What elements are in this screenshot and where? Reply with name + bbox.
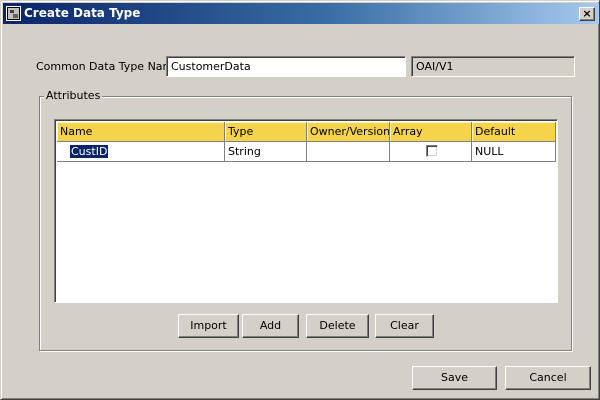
column-header-type[interactable]: Type	[225, 122, 307, 142]
title-bar[interactable]: Create Data Type ×	[3, 3, 599, 24]
attributes-group-title: Attributes	[44, 89, 103, 103]
column-header-array[interactable]: Array	[390, 122, 472, 142]
common-data-type-name-label: Common Data Type Name:	[36, 60, 184, 73]
save-button[interactable]: Save	[412, 366, 497, 390]
selected-attribute-name[interactable]: CustID	[70, 145, 109, 158]
array-checkbox[interactable]	[426, 145, 438, 157]
add-button[interactable]: Add	[242, 314, 299, 338]
table-cell-type[interactable]: String	[225, 142, 307, 162]
cancel-button[interactable]: Cancel	[505, 366, 591, 390]
table-cell-owner-version[interactable]	[307, 142, 390, 162]
close-icon: ×	[582, 7, 592, 20]
common-data-type-name-input[interactable]: CustomerData	[166, 56, 406, 77]
delete-button[interactable]: Delete	[306, 314, 369, 338]
close-button[interactable]: ×	[579, 7, 595, 21]
import-button[interactable]: Import	[178, 314, 239, 338]
clear-button[interactable]: Clear	[375, 314, 434, 338]
column-header-owner-version[interactable]: Owner/Version	[307, 122, 390, 142]
column-header-name[interactable]: Name	[57, 122, 225, 142]
table-cell-array[interactable]	[390, 142, 472, 162]
table-cell-default[interactable]: NULL	[472, 142, 556, 162]
attributes-table[interactable]: Name Type Owner/Version Array Default Cu…	[54, 119, 558, 303]
create-data-type-dialog: Create Data Type × Common Data Type Name…	[0, 0, 600, 400]
table-cell-name[interactable]: CustID	[57, 142, 225, 162]
namespace-version-field: OAI/V1	[411, 56, 575, 77]
app-window-icon	[6, 6, 21, 21]
column-header-default[interactable]: Default	[472, 122, 556, 142]
window-title: Create Data Type	[24, 6, 141, 20]
